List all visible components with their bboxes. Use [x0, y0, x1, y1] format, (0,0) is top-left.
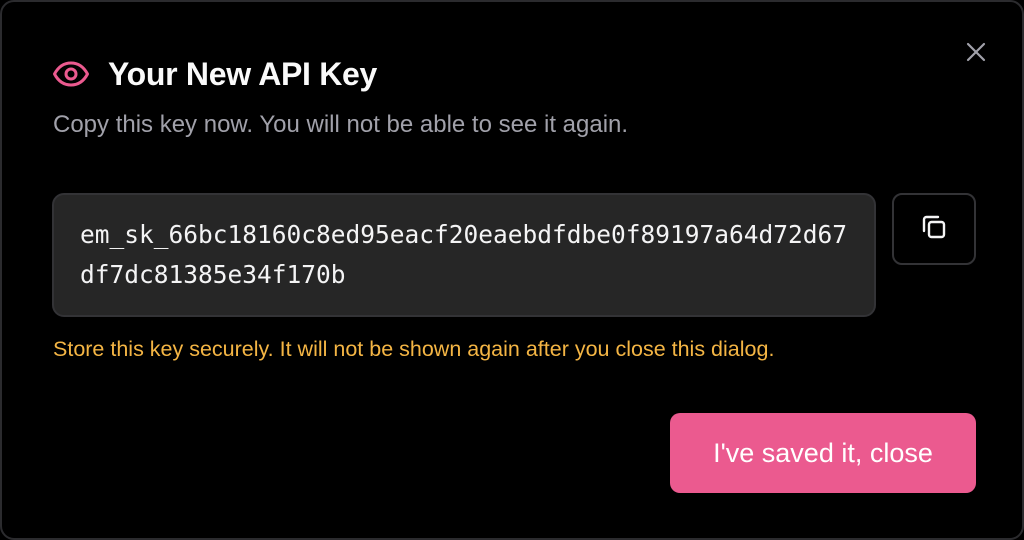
security-warning: Store this key securely. It will not be …	[53, 337, 775, 361]
api-key-field[interactable]: em_sk_66bc18160c8ed95eacf20eaebdfdbe0f89…	[52, 193, 876, 317]
api-key-dialog: Your New API Key Copy this key now. You …	[0, 0, 1024, 540]
confirm-close-button[interactable]: I've saved it, close	[670, 413, 976, 493]
close-button[interactable]	[960, 38, 992, 70]
api-key-value[interactable]: em_sk_66bc18160c8ed95eacf20eaebdfdbe0f89…	[80, 215, 848, 295]
copy-icon	[918, 211, 950, 248]
dialog-title: Your New API Key	[108, 55, 378, 92]
eye-icon	[52, 55, 90, 93]
dialog-subtitle: Copy this key now. You will not be able …	[53, 111, 629, 138]
copy-button[interactable]	[892, 193, 976, 265]
dialog-header: Your New API Key	[52, 54, 377, 94]
close-icon	[965, 41, 987, 68]
